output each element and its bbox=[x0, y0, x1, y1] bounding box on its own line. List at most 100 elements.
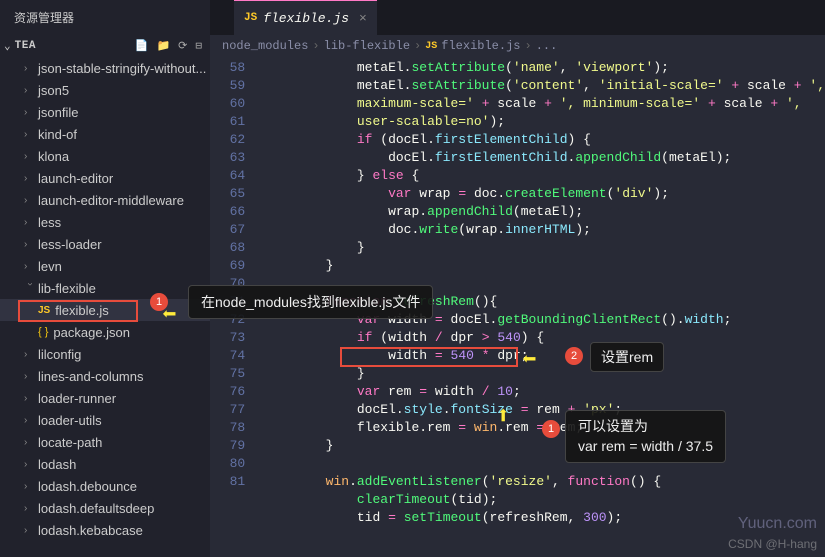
code-line[interactable]: clearTimeout(tid); bbox=[263, 491, 825, 509]
code-line[interactable]: } bbox=[263, 365, 825, 383]
code-line[interactable]: var wrap = doc.createElement('div'); bbox=[263, 185, 825, 203]
code-line[interactable]: win.addEventListener('resize', function(… bbox=[263, 473, 825, 491]
tree-label: lines-and-columns bbox=[38, 369, 144, 384]
json-icon: { } bbox=[38, 326, 48, 338]
tree-item-levn[interactable]: ›levn bbox=[0, 255, 210, 277]
tab-flexible[interactable]: JS flexible.js × bbox=[234, 0, 377, 35]
chevron-icon: › bbox=[24, 217, 36, 228]
tree-label: launch-editor bbox=[38, 171, 113, 186]
tree-label: kind-of bbox=[38, 127, 77, 142]
tree-item-lodash-defaultsdeep[interactable]: ›lodash.defaultsdeep bbox=[0, 497, 210, 519]
chevron-icon: › bbox=[24, 63, 36, 74]
tree-item-lib-flexible[interactable]: ›lib-flexible bbox=[0, 277, 210, 299]
tree-label: json5 bbox=[38, 83, 69, 98]
chevron-icon: › bbox=[24, 415, 36, 426]
tree-label: launch-editor-middleware bbox=[38, 193, 184, 208]
code-line[interactable]: if (width / dpr > 540) { bbox=[263, 329, 825, 347]
collapse-icon[interactable]: ⊟ bbox=[195, 39, 202, 53]
highlight-code-line bbox=[340, 347, 518, 367]
code-line[interactable]: maximum-scale=' + scale + ', minimum-sca… bbox=[263, 95, 825, 113]
line-number: 67 bbox=[210, 221, 245, 239]
annotation-3: 可以设置为 var rem = width / 37.5 bbox=[565, 410, 726, 463]
code-line[interactable]: if (docEl.firstElementChild) { bbox=[263, 131, 825, 149]
chevron-down-icon: ⌄ bbox=[4, 39, 11, 53]
chevron-icon: › bbox=[24, 107, 36, 118]
tree-label: jsonfile bbox=[38, 105, 78, 120]
tree-item-locate-path[interactable]: ›locate-path bbox=[0, 431, 210, 453]
chevron-icon: › bbox=[24, 151, 36, 162]
annotation-1: 在node_modules找到flexible.js文件 bbox=[188, 285, 433, 319]
chevron-icon: › bbox=[24, 503, 36, 514]
code-line[interactable]: docEl.style.fontSize = rem + 'px'; bbox=[263, 401, 825, 419]
chevron-icon: › bbox=[24, 481, 36, 492]
chevron-icon: › bbox=[24, 195, 36, 206]
tree-item-lodash-kebabcase[interactable]: ›lodash.kebabcase bbox=[0, 519, 210, 541]
refresh-icon[interactable]: ⟳ bbox=[178, 39, 187, 53]
code-line[interactable]: user-scalable=no'); bbox=[263, 113, 825, 131]
code-line[interactable]: metaEl.setAttribute('content', 'initial-… bbox=[263, 77, 825, 95]
tree-item-kind-of[interactable]: ›kind-of bbox=[0, 123, 210, 145]
arrow-icon: ⬅ bbox=[487, 408, 517, 422]
code-line[interactable]: } bbox=[263, 239, 825, 257]
tree-item-lines-and-columns[interactable]: ›lines-and-columns bbox=[0, 365, 210, 387]
line-number: 66 bbox=[210, 203, 245, 221]
tree-item-lodash-debounce[interactable]: ›lodash.debounce bbox=[0, 475, 210, 497]
tree-label: lodash.debounce bbox=[38, 479, 137, 494]
tree-label: less-loader bbox=[38, 237, 102, 252]
new-file-icon[interactable]: 📄 bbox=[135, 39, 149, 53]
chevron-icon: › bbox=[24, 459, 36, 470]
line-number: 77 bbox=[210, 401, 245, 419]
breadcrumb[interactable]: node_modules › lib-flexible › JS flexibl… bbox=[210, 35, 825, 57]
watermark: Yuucn.com bbox=[738, 515, 817, 533]
tree-item-json5[interactable]: ›json5 bbox=[0, 79, 210, 101]
bc-lib-flexible[interactable]: lib-flexible bbox=[324, 39, 410, 53]
tree-item-jsonfile[interactable]: ›jsonfile bbox=[0, 101, 210, 123]
tree-item-loader-runner[interactable]: ›loader-runner bbox=[0, 387, 210, 409]
annotation-2: 设置rem bbox=[590, 342, 664, 372]
section-header[interactable]: ⌄ TEA 📄 📁 ⟳ ⊟ bbox=[0, 35, 210, 57]
code-line[interactable]: } else { bbox=[263, 167, 825, 185]
js-icon: JS bbox=[425, 41, 437, 52]
tree-item-lilconfig[interactable]: ›lilconfig bbox=[0, 343, 210, 365]
tree-item-less-loader[interactable]: ›less-loader bbox=[0, 233, 210, 255]
code-line[interactable]: wrap.appendChild(metaEl); bbox=[263, 203, 825, 221]
chevron-icon: › bbox=[24, 349, 36, 360]
tree-item-klona[interactable]: ›klona bbox=[0, 145, 210, 167]
tree-item-loader-utils[interactable]: ›loader-utils bbox=[0, 409, 210, 431]
tree-item-launch-editor-middleware[interactable]: ›launch-editor-middleware bbox=[0, 189, 210, 211]
tree-item-launch-editor[interactable]: ›launch-editor bbox=[0, 167, 210, 189]
code-line[interactable]: var rem = width / 10; bbox=[263, 383, 825, 401]
arrow-icon: ⬅ bbox=[522, 345, 536, 375]
tree-label: lib-flexible bbox=[38, 281, 96, 296]
code-line[interactable] bbox=[263, 455, 825, 473]
tree-item-package-json[interactable]: { } package.json bbox=[0, 321, 210, 343]
tree-item-json-stable-stringify-without---[interactable]: ›json-stable-stringify-without... bbox=[0, 57, 210, 79]
code-line[interactable]: } bbox=[263, 437, 825, 455]
bc-node-modules[interactable]: node_modules bbox=[222, 39, 308, 53]
line-number: 74 bbox=[210, 347, 245, 365]
code-line[interactable]: metaEl.setAttribute('name', 'viewport'); bbox=[263, 59, 825, 77]
chevron-icon: › bbox=[24, 525, 36, 536]
tree-item-less[interactable]: ›less bbox=[0, 211, 210, 233]
code-line[interactable]: doc.write(wrap.innerHTML); bbox=[263, 221, 825, 239]
chevron-icon: › bbox=[24, 261, 36, 272]
chevron-icon: › bbox=[24, 371, 36, 382]
code-line[interactable]: } bbox=[263, 257, 825, 275]
chevron-right-icon: › bbox=[414, 39, 421, 53]
csdn-credit: CSDN @H-hang bbox=[728, 537, 817, 551]
tree-label: less bbox=[38, 215, 61, 230]
tree-item-lodash[interactable]: ›lodash bbox=[0, 453, 210, 475]
tree-label: lilconfig bbox=[38, 347, 81, 362]
close-icon[interactable]: × bbox=[359, 11, 367, 26]
tree-label: locate-path bbox=[38, 435, 102, 450]
code-line[interactable]: docEl.firstElementChild.appendChild(meta… bbox=[263, 149, 825, 167]
tree-label: package.json bbox=[53, 325, 130, 340]
new-folder-icon[interactable]: 📁 bbox=[156, 39, 170, 53]
explorer-title: 资源管理器 bbox=[0, 0, 210, 35]
line-number: 73 bbox=[210, 329, 245, 347]
bc-more[interactable]: ... bbox=[536, 39, 558, 53]
line-number: 81 bbox=[210, 473, 245, 491]
badge-3: 1 bbox=[542, 420, 560, 438]
bc-flexible-js[interactable]: flexible.js bbox=[441, 39, 520, 53]
line-number: 63 bbox=[210, 149, 245, 167]
